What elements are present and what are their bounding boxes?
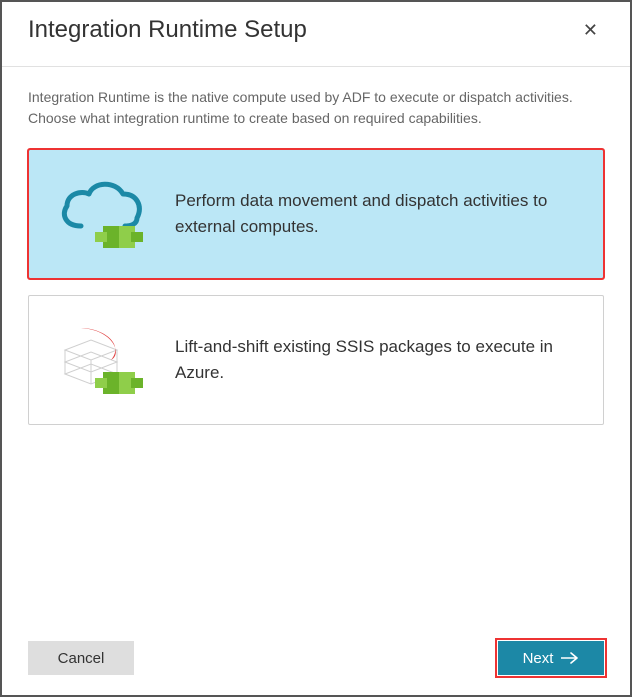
next-button[interactable]: Next — [498, 641, 604, 675]
next-button-label: Next — [523, 650, 554, 667]
cloud-datafactory-icon — [53, 172, 151, 256]
option-text: Perform data movement and dispatch activ… — [175, 188, 579, 241]
close-icon[interactable]: ✕ — [577, 17, 604, 43]
dialog-title: Integration Runtime Setup — [28, 16, 307, 44]
option-text: Lift-and-shift existing SSIS packages to… — [175, 334, 579, 387]
ssis-icon — [53, 318, 151, 402]
cancel-button[interactable]: Cancel — [28, 641, 134, 675]
intro-text: Integration Runtime is the native comput… — [2, 67, 630, 149]
option-ssis[interactable]: Lift-and-shift existing SSIS packages to… — [28, 295, 604, 425]
arrow-right-icon — [561, 652, 579, 664]
option-data-movement[interactable]: Perform data movement and dispatch activ… — [28, 149, 604, 279]
